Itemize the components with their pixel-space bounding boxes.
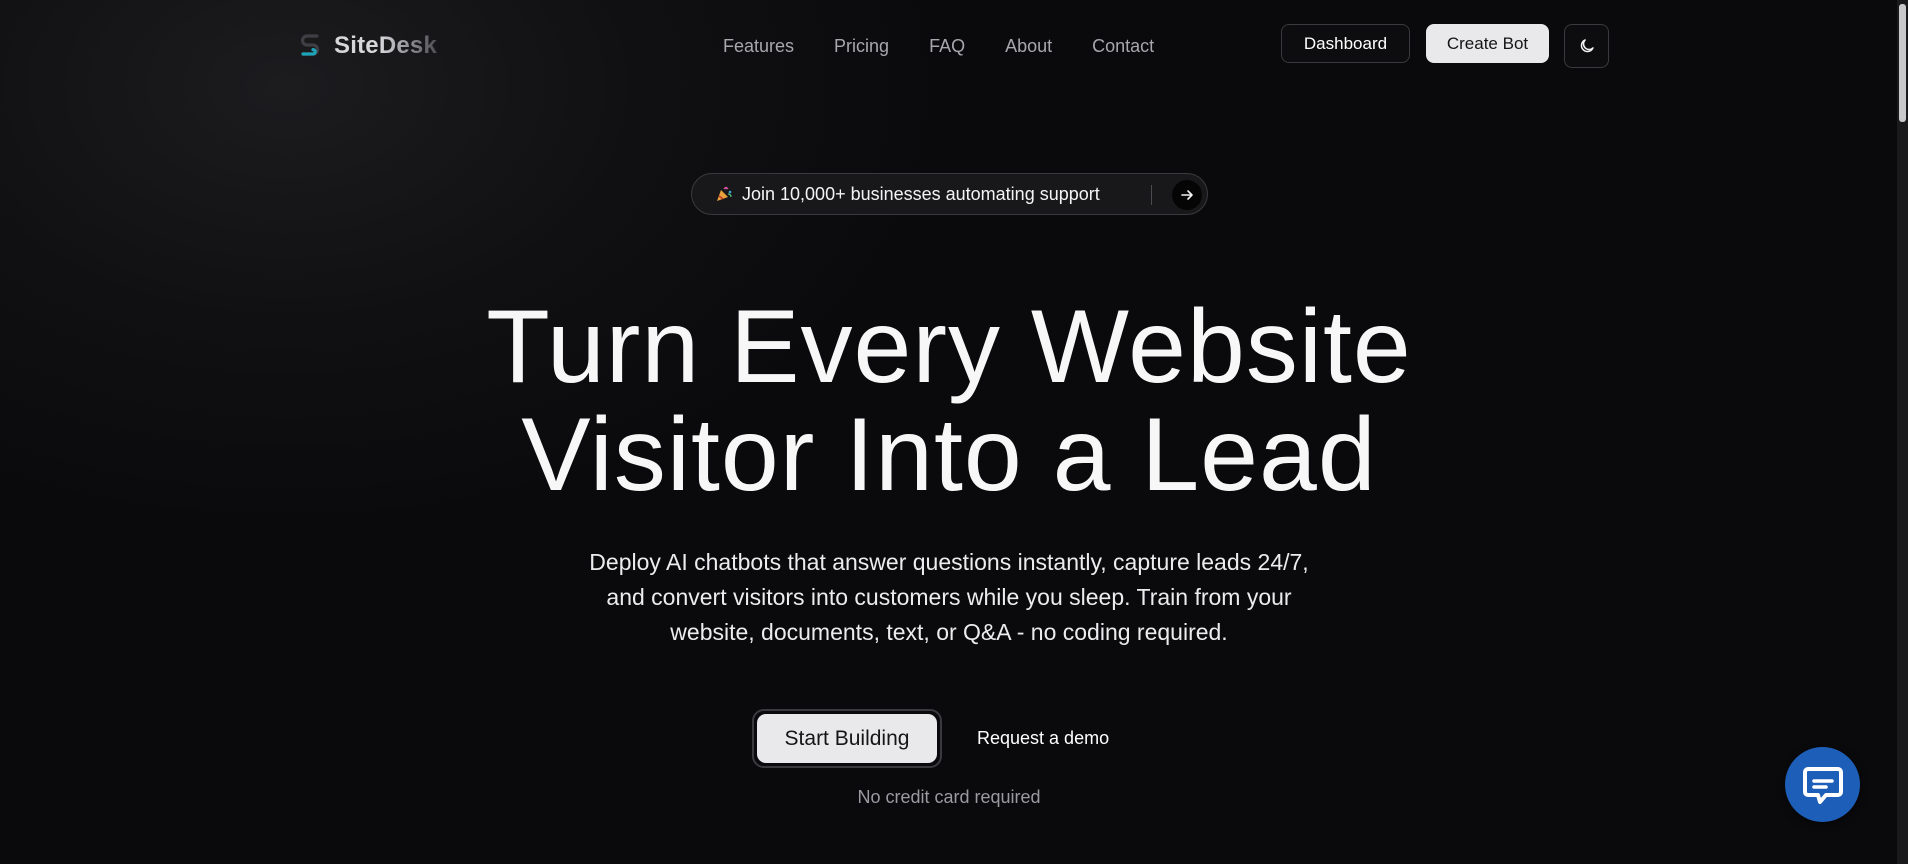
page-scrollbar[interactable] (1897, 0, 1908, 864)
create-bot-button[interactable]: Create Bot (1426, 24, 1549, 63)
nav-link-about[interactable]: About (1005, 34, 1052, 58)
announcement-pill[interactable]: Join 10,000+ businesses automating suppo… (691, 173, 1208, 215)
nav-link-contact[interactable]: Contact (1092, 34, 1154, 58)
landing-page: SiteDesk Features Pricing FAQ About Cont… (0, 0, 1908, 864)
scrollbar-thumb[interactable] (1899, 4, 1906, 122)
main-nav: Features Pricing FAQ About Contact (723, 34, 1154, 58)
pill-divider (1151, 185, 1152, 205)
moon-icon (1580, 39, 1594, 53)
nav-link-faq[interactable]: FAQ (929, 34, 965, 58)
nav-link-pricing[interactable]: Pricing (834, 34, 889, 58)
nav-link-features[interactable]: Features (723, 34, 794, 58)
no-credit-card-note: No credit card required (857, 787, 1041, 807)
request-demo-link[interactable]: Request a demo (977, 724, 1109, 752)
dashboard-button[interactable]: Dashboard (1281, 24, 1410, 63)
brand-logo[interactable]: SiteDesk (298, 32, 437, 60)
hero-headline: Turn Every Website Visitor Into a Lead (0, 293, 1898, 509)
theme-toggle-button[interactable] (1564, 24, 1609, 68)
chat-support-icon (1802, 766, 1843, 804)
start-building-button-frame: Start Building (752, 709, 942, 768)
hero-subtitle: Deploy AI chatbots that answer questions… (589, 549, 1309, 645)
start-building-button[interactable]: Start Building (757, 714, 937, 763)
party-popper-icon (715, 185, 733, 203)
hero-headline-line-2: Visitor Into a Lead (521, 397, 1377, 513)
arrow-right-icon[interactable] (1172, 180, 1202, 210)
announcement-text: Join 10,000+ businesses automating suppo… (742, 183, 1100, 204)
hero-headline-line-1: Turn Every Website (486, 289, 1412, 405)
chat-widget-button[interactable] (1785, 747, 1860, 822)
brand-name: SiteDesk (334, 32, 437, 59)
sitedesk-s-logo-icon (300, 34, 320, 56)
